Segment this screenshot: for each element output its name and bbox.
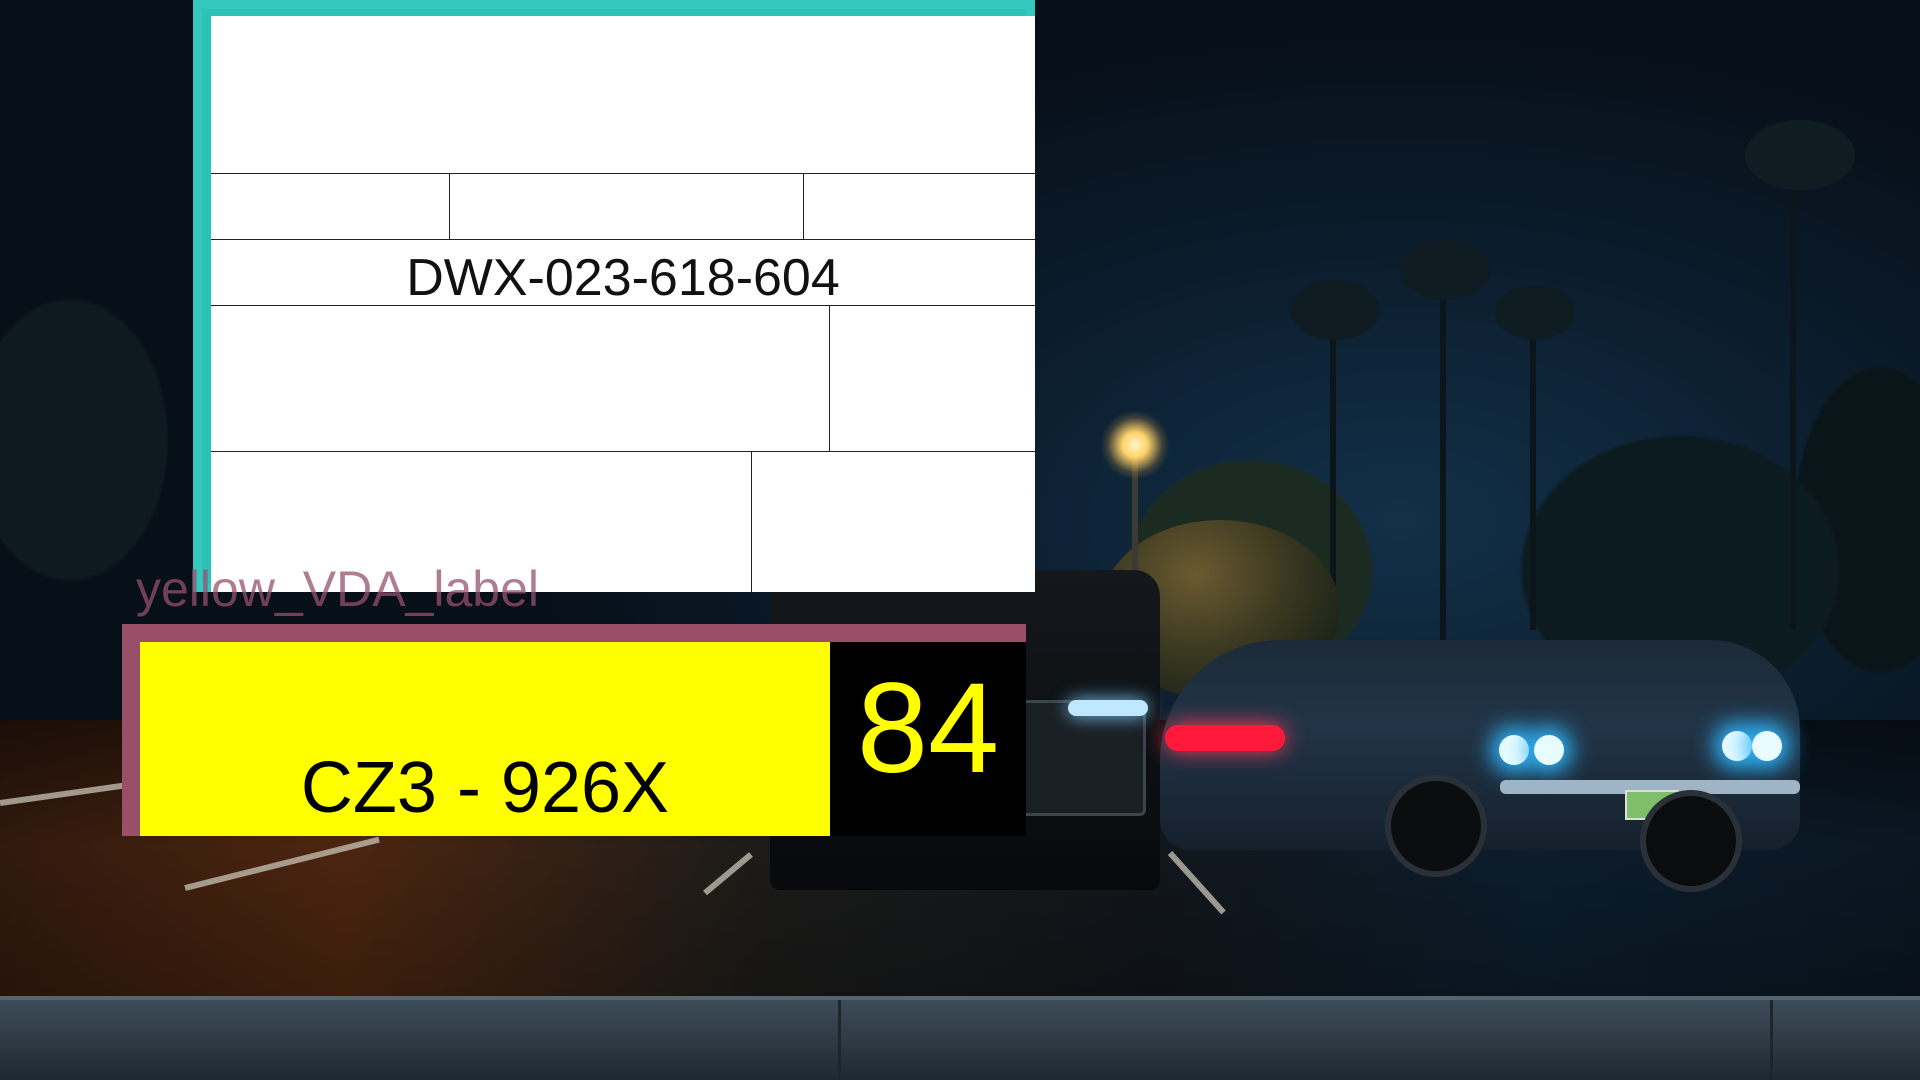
sidewalk-seam (838, 1000, 841, 1080)
document-form: DWX-023-618-604 (211, 16, 1035, 592)
document-card: DWX-023-618-604 (193, 0, 1035, 592)
overlay-label: yellow_VDA_label (136, 561, 540, 617)
tail-light (1165, 725, 1285, 751)
palm-trunk (1530, 300, 1536, 630)
sidewalk (0, 1000, 1920, 1080)
suv-headlight (1068, 700, 1148, 716)
palm-crown (1745, 120, 1855, 190)
sidewalk-seam (1770, 1000, 1773, 1080)
palm-crown (1400, 240, 1490, 300)
vda-label-text-panel: CZ3 - 926X (140, 642, 830, 836)
palm-trunk (1790, 150, 1796, 630)
vda-label: CZ3 - 926X 84 (122, 624, 1026, 836)
wheel (1640, 790, 1742, 892)
form-col-divider (803, 173, 804, 239)
suv-grille (1020, 700, 1146, 816)
form-row-divider (211, 239, 1035, 240)
form-row-divider (211, 173, 1035, 174)
palm-crown (1290, 280, 1380, 340)
form-col-divider (829, 305, 830, 451)
headlight (1499, 735, 1529, 765)
palm-trunk (1440, 260, 1446, 640)
document-code: DWX-023-618-604 (406, 249, 840, 307)
form-col-divider (449, 173, 450, 239)
street-lamp-glow (1100, 410, 1170, 480)
headlight (1534, 735, 1564, 765)
palm-crown (1495, 285, 1575, 340)
vda-number: 84 (856, 657, 1000, 800)
vda-label-number-panel: 84 (830, 642, 1026, 836)
form-col-divider (751, 451, 752, 592)
headlight (1722, 731, 1752, 761)
form-row-divider (211, 451, 1035, 452)
headlight (1752, 731, 1782, 761)
wheel (1385, 775, 1487, 877)
vda-plate-text: CZ3 - 926X (300, 748, 670, 828)
